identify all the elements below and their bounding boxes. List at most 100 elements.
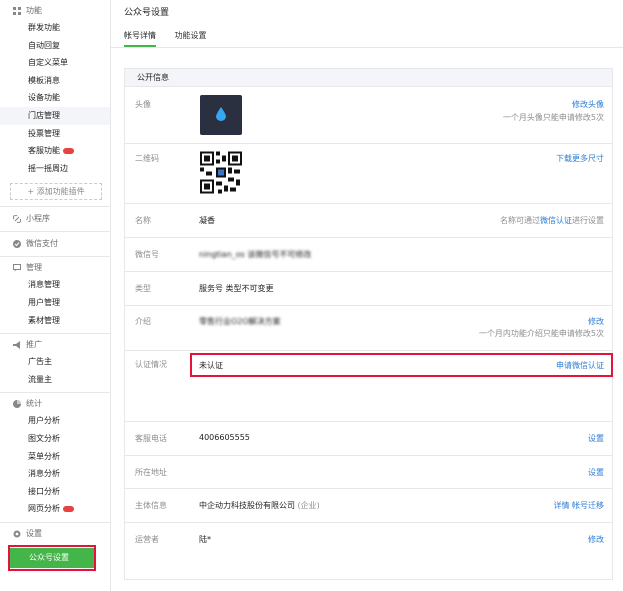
change-avatar-link[interactable]: 修改头像 [572, 99, 604, 110]
entity-value: 中企动力科技股份有限公司 (企业) [199, 500, 320, 511]
row-label: 类型 [135, 284, 151, 293]
account-migration-link[interactable]: 帐号迁移 [572, 501, 604, 510]
sidebar-item-label: 素材管理 [28, 315, 60, 325]
intro-note: 一个月内功能介绍只能申请修改5次 [478, 329, 604, 338]
sidebar-section-title: 微信支付 [26, 239, 58, 249]
phone-row: 客服电话 4006605555 设置 [125, 422, 612, 456]
row-label: 主体信息 [135, 501, 167, 510]
link-icon [13, 215, 21, 224]
entity-details-link[interactable]: 详情 [553, 501, 569, 510]
sidebar-section-stats: 统计 用户分析 图文分析 菜单分析 消息分析 接口分析 网页分析 [0, 393, 110, 518]
new-badge [63, 505, 74, 512]
sidebar-section-title: 管理 [26, 263, 42, 273]
wechat-id-hint: 该微信号不可修改 [247, 250, 312, 259]
sidebar-item-shake[interactable]: 摇一摇周边 [0, 160, 110, 178]
sidebar-item-custom-menu[interactable]: 自定义菜单 [0, 54, 110, 72]
sidebar-item-menu-analysis[interactable]: 菜单分析 [0, 448, 110, 466]
sidebar-item-web-analysis[interactable]: 网页分析 [0, 500, 110, 518]
main-content: 公众号设置 帐号详情 功能设置 公开信息 头像 修改头像 一个月头像只能申请修改… [111, 0, 623, 591]
sidebar-item-api-analysis[interactable]: 接口分析 [0, 483, 110, 501]
row-label: 运营者 [135, 535, 159, 544]
entity-name: 中企动力科技股份有限公司 [199, 501, 295, 510]
sidebar-item-label: 用户管理 [28, 297, 60, 307]
sidebar-section-header: 统计 [0, 396, 110, 412]
account-name: 凝香 [199, 216, 215, 225]
name-note-prefix: 名称可通过 [500, 216, 540, 225]
chat-icon [13, 264, 21, 272]
operator-name: 陆* [199, 535, 211, 544]
wechat-verify-link[interactable]: 微信认证 [540, 216, 572, 225]
entity-row: 主体信息 中企动力科技股份有限公司 (企业) 详情 帐号迁移 [125, 489, 612, 523]
page-title: 公众号设置 [124, 8, 170, 18]
sidebar-section-wechat-pay: 微信支付 [0, 232, 110, 256]
edit-intro-link[interactable]: 修改 [588, 316, 604, 327]
highlight-box [190, 353, 613, 377]
entity-actions: 详情 帐号迁移 [553, 500, 604, 511]
sidebar-item-label: 广告主 [28, 357, 52, 367]
account-type: 服务号 类型不可变更 [199, 284, 274, 293]
grid-icon [13, 7, 21, 15]
address-row: 所在地址 设置 [125, 456, 612, 489]
set-address-link[interactable]: 设置 [588, 467, 604, 478]
qrcode-image [200, 151, 242, 194]
sidebar-item-user-manage[interactable]: 用户管理 [0, 294, 110, 312]
sidebar-section-promote: 推广 广告主 流量主 [0, 334, 110, 388]
tab-function-settings[interactable]: 功能设置 [175, 30, 207, 45]
sidebar-section-settings: 设置 [0, 523, 110, 542]
sidebar-item-article-analysis[interactable]: 图文分析 [0, 430, 110, 448]
name-note-suffix: 进行设置 [572, 216, 604, 225]
name-note: 名称可通过微信认证进行设置 [500, 215, 604, 226]
sidebar-item-label: 自定义菜单 [28, 58, 68, 68]
set-phone-link[interactable]: 设置 [588, 433, 604, 444]
operator-row: 运营者 陆* 修改 [125, 523, 612, 556]
sidebar-item-message-manage[interactable]: 消息管理 [0, 276, 110, 294]
row-label: 名称 [135, 216, 151, 225]
edit-operator-link[interactable]: 修改 [588, 534, 604, 545]
sidebar-item-mass-send[interactable]: 群发功能 [0, 19, 110, 37]
new-badge [63, 147, 74, 154]
download-qrcode-link[interactable]: 下载更多尺寸 [556, 153, 604, 164]
sidebar-section-header: 功能 [0, 3, 110, 19]
sidebar-item-label: 群发功能 [28, 23, 60, 32]
sidebar-section-title: 推广 [26, 340, 42, 350]
sidebar-section-title: 设置 [26, 528, 42, 538]
sidebar-item-vote[interactable]: 投票管理 [0, 125, 110, 143]
sidebar-item-store[interactable]: 门店管理 [0, 106, 110, 125]
sidebar-item-template-message[interactable]: 模板消息 [0, 72, 110, 90]
sidebar-item-label: 投票管理 [28, 128, 60, 138]
sidebar-item-device[interactable]: 设备功能 [0, 89, 110, 107]
sidebar-section-functions: 功能 群发功能 自动回复 自定义菜单 模板消息 设备功能 门店管理 投票管理 客… [0, 0, 110, 201]
sidebar-item-customer-service[interactable]: 客服功能 [0, 142, 110, 160]
add-plugin-button[interactable]: + 添加功能插件 [10, 183, 102, 201]
pie-chart-icon [13, 400, 21, 409]
wechat-id-row: 微信号 ningtian_os 该微信号不可修改 [125, 238, 612, 272]
sidebar-item-material-manage[interactable]: 素材管理 [0, 312, 110, 330]
sidebar-item-label: 设备功能 [28, 93, 60, 103]
row-label: 微信号 [135, 250, 159, 259]
row-label: 客服电话 [135, 434, 167, 443]
sidebar-item-label: 消息分析 [28, 469, 60, 479]
sidebar-item-miniprogram[interactable]: 小程序 [0, 211, 110, 227]
tab-account-details[interactable]: 帐号详情 [124, 30, 156, 47]
sidebar-item-wechat-pay[interactable]: 微信支付 [0, 236, 110, 252]
type-row: 类型 服务号 类型不可变更 [125, 272, 612, 306]
sidebar-item-publisher[interactable]: 流量主 [0, 371, 110, 389]
sidebar-item-user-analysis[interactable]: 用户分析 [0, 412, 110, 430]
qrcode-row: 二维码 下载更多尺寸 [125, 144, 612, 204]
wechat-id-value: ningtian_os 该微信号不可修改 [199, 249, 311, 260]
verification-row: 认证情况 未认证 申请微信认证 [125, 351, 613, 422]
sidebar-item-advertiser[interactable]: 广告主 [0, 353, 110, 371]
settings-icon [13, 530, 21, 538]
sidebar-section-title: 统计 [26, 399, 42, 409]
tab-divider [111, 47, 623, 48]
row-label: 二维码 [135, 154, 159, 163]
avatar [200, 95, 242, 135]
sidebar-section-header: 设置 [0, 526, 110, 542]
sidebar: 功能 群发功能 自动回复 自定义菜单 模板消息 设备功能 门店管理 投票管理 客… [0, 0, 111, 591]
sidebar-item-label: 模板消息 [28, 75, 60, 85]
water-drop-icon [216, 107, 226, 121]
sidebar-item-message-analysis[interactable]: 消息分析 [0, 465, 110, 483]
sidebar-item-label: 流量主 [28, 374, 52, 384]
sidebar-item-auto-reply[interactable]: 自动回复 [0, 37, 110, 55]
entity-tag: (企业) [297, 501, 320, 510]
